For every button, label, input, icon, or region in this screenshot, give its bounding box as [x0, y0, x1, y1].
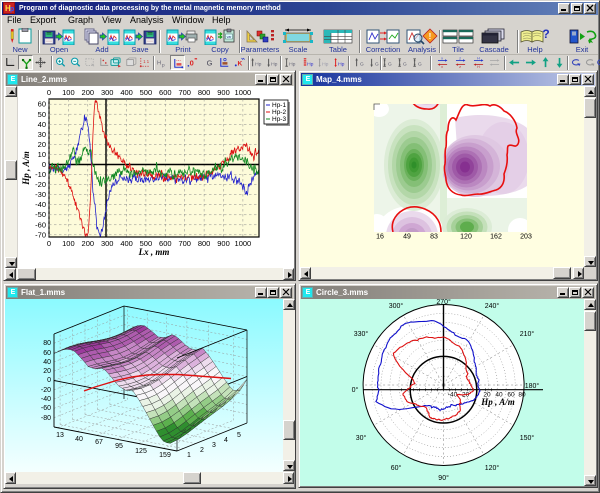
svg-text:-40: -40 [448, 392, 458, 399]
svg-text:210°: 210° [520, 330, 535, 338]
svg-text:125: 125 [135, 448, 147, 455]
svg-text:Lx , mm: Lx , mm [138, 247, 170, 257]
svg-text:40: 40 [38, 120, 46, 129]
svg-text:-20: -20 [41, 387, 51, 394]
svg-text:-80: -80 [41, 415, 51, 422]
svg-text:49: 49 [403, 234, 411, 241]
svg-text:1: 1 [187, 452, 191, 459]
svg-text:Hp-3: Hp-3 [272, 116, 286, 123]
svg-text:700: 700 [178, 239, 191, 248]
svg-text:200: 200 [82, 88, 95, 97]
svg-text:60°: 60° [391, 464, 402, 472]
svg-text:80: 80 [518, 392, 526, 399]
svg-text:80: 80 [43, 340, 51, 347]
svg-text:30°: 30° [356, 434, 367, 442]
svg-text:400: 400 [120, 239, 133, 248]
svg-text:Hp , A/m: Hp , A/m [21, 151, 31, 185]
svg-text:600: 600 [159, 88, 172, 97]
svg-text:2: 2 [200, 447, 204, 454]
svg-text:-30: -30 [35, 190, 46, 199]
svg-text:0°: 0° [352, 386, 359, 394]
svg-text:20: 20 [38, 140, 46, 149]
svg-text:300°: 300° [389, 302, 404, 310]
svg-text:330°: 330° [354, 330, 369, 338]
svg-text:40: 40 [75, 436, 83, 443]
svg-text:100: 100 [62, 88, 75, 97]
svg-text:-70: -70 [35, 230, 46, 239]
svg-text:60: 60 [43, 350, 51, 357]
svg-text:60: 60 [38, 100, 46, 109]
svg-text:-60: -60 [41, 405, 51, 412]
svg-text:40: 40 [43, 359, 51, 366]
svg-text:700: 700 [178, 88, 191, 97]
svg-text:90°: 90° [438, 474, 449, 482]
svg-text:-40: -40 [35, 200, 46, 209]
svg-text:150°: 150° [520, 434, 535, 442]
svg-text:-50: -50 [35, 210, 46, 219]
svg-text:180°: 180° [525, 382, 540, 390]
svg-text:10: 10 [38, 150, 46, 159]
svg-text:13: 13 [56, 432, 64, 439]
svg-text:3: 3 [212, 442, 216, 449]
svg-text:800: 800 [198, 88, 211, 97]
svg-text:120: 120 [460, 234, 472, 241]
svg-text:Hp , A/m: Hp , A/m [480, 397, 514, 407]
svg-text:800: 800 [198, 239, 211, 248]
svg-text:500: 500 [140, 88, 153, 97]
svg-text:5: 5 [237, 432, 241, 439]
svg-text:162: 162 [490, 234, 502, 241]
svg-text:900: 900 [217, 88, 230, 97]
svg-text:240°: 240° [485, 302, 500, 310]
svg-text:200: 200 [82, 239, 95, 248]
svg-text:-10: -10 [35, 170, 46, 179]
svg-text:0: 0 [47, 239, 51, 248]
svg-text:1000: 1000 [235, 88, 252, 97]
svg-text:4: 4 [224, 437, 228, 444]
svg-text:20: 20 [43, 368, 51, 375]
svg-text:900: 900 [217, 239, 230, 248]
svg-text:120°: 120° [485, 464, 500, 472]
svg-text:100: 100 [62, 239, 75, 248]
svg-text:-20: -20 [35, 180, 46, 189]
svg-text:159: 159 [159, 452, 171, 459]
svg-text:0: 0 [47, 377, 51, 384]
svg-text:0: 0 [42, 160, 46, 169]
svg-text:400: 400 [120, 88, 133, 97]
svg-text:300: 300 [101, 88, 114, 97]
svg-text:-40: -40 [41, 396, 51, 403]
svg-text:0: 0 [47, 88, 51, 97]
svg-text:95: 95 [115, 443, 123, 450]
svg-text:67: 67 [95, 439, 103, 446]
svg-text:16: 16 [376, 234, 384, 241]
svg-text:270°: 270° [436, 298, 451, 306]
svg-text:Hp-2: Hp-2 [272, 109, 286, 116]
svg-text:50: 50 [38, 110, 46, 119]
svg-text:Hp-1: Hp-1 [272, 102, 286, 109]
svg-text:300: 300 [101, 239, 114, 248]
svg-text:1000: 1000 [235, 239, 252, 248]
svg-text:-60: -60 [35, 220, 46, 229]
svg-text:83: 83 [430, 234, 438, 241]
svg-text:203: 203 [520, 234, 532, 241]
svg-text:30: 30 [38, 130, 46, 139]
